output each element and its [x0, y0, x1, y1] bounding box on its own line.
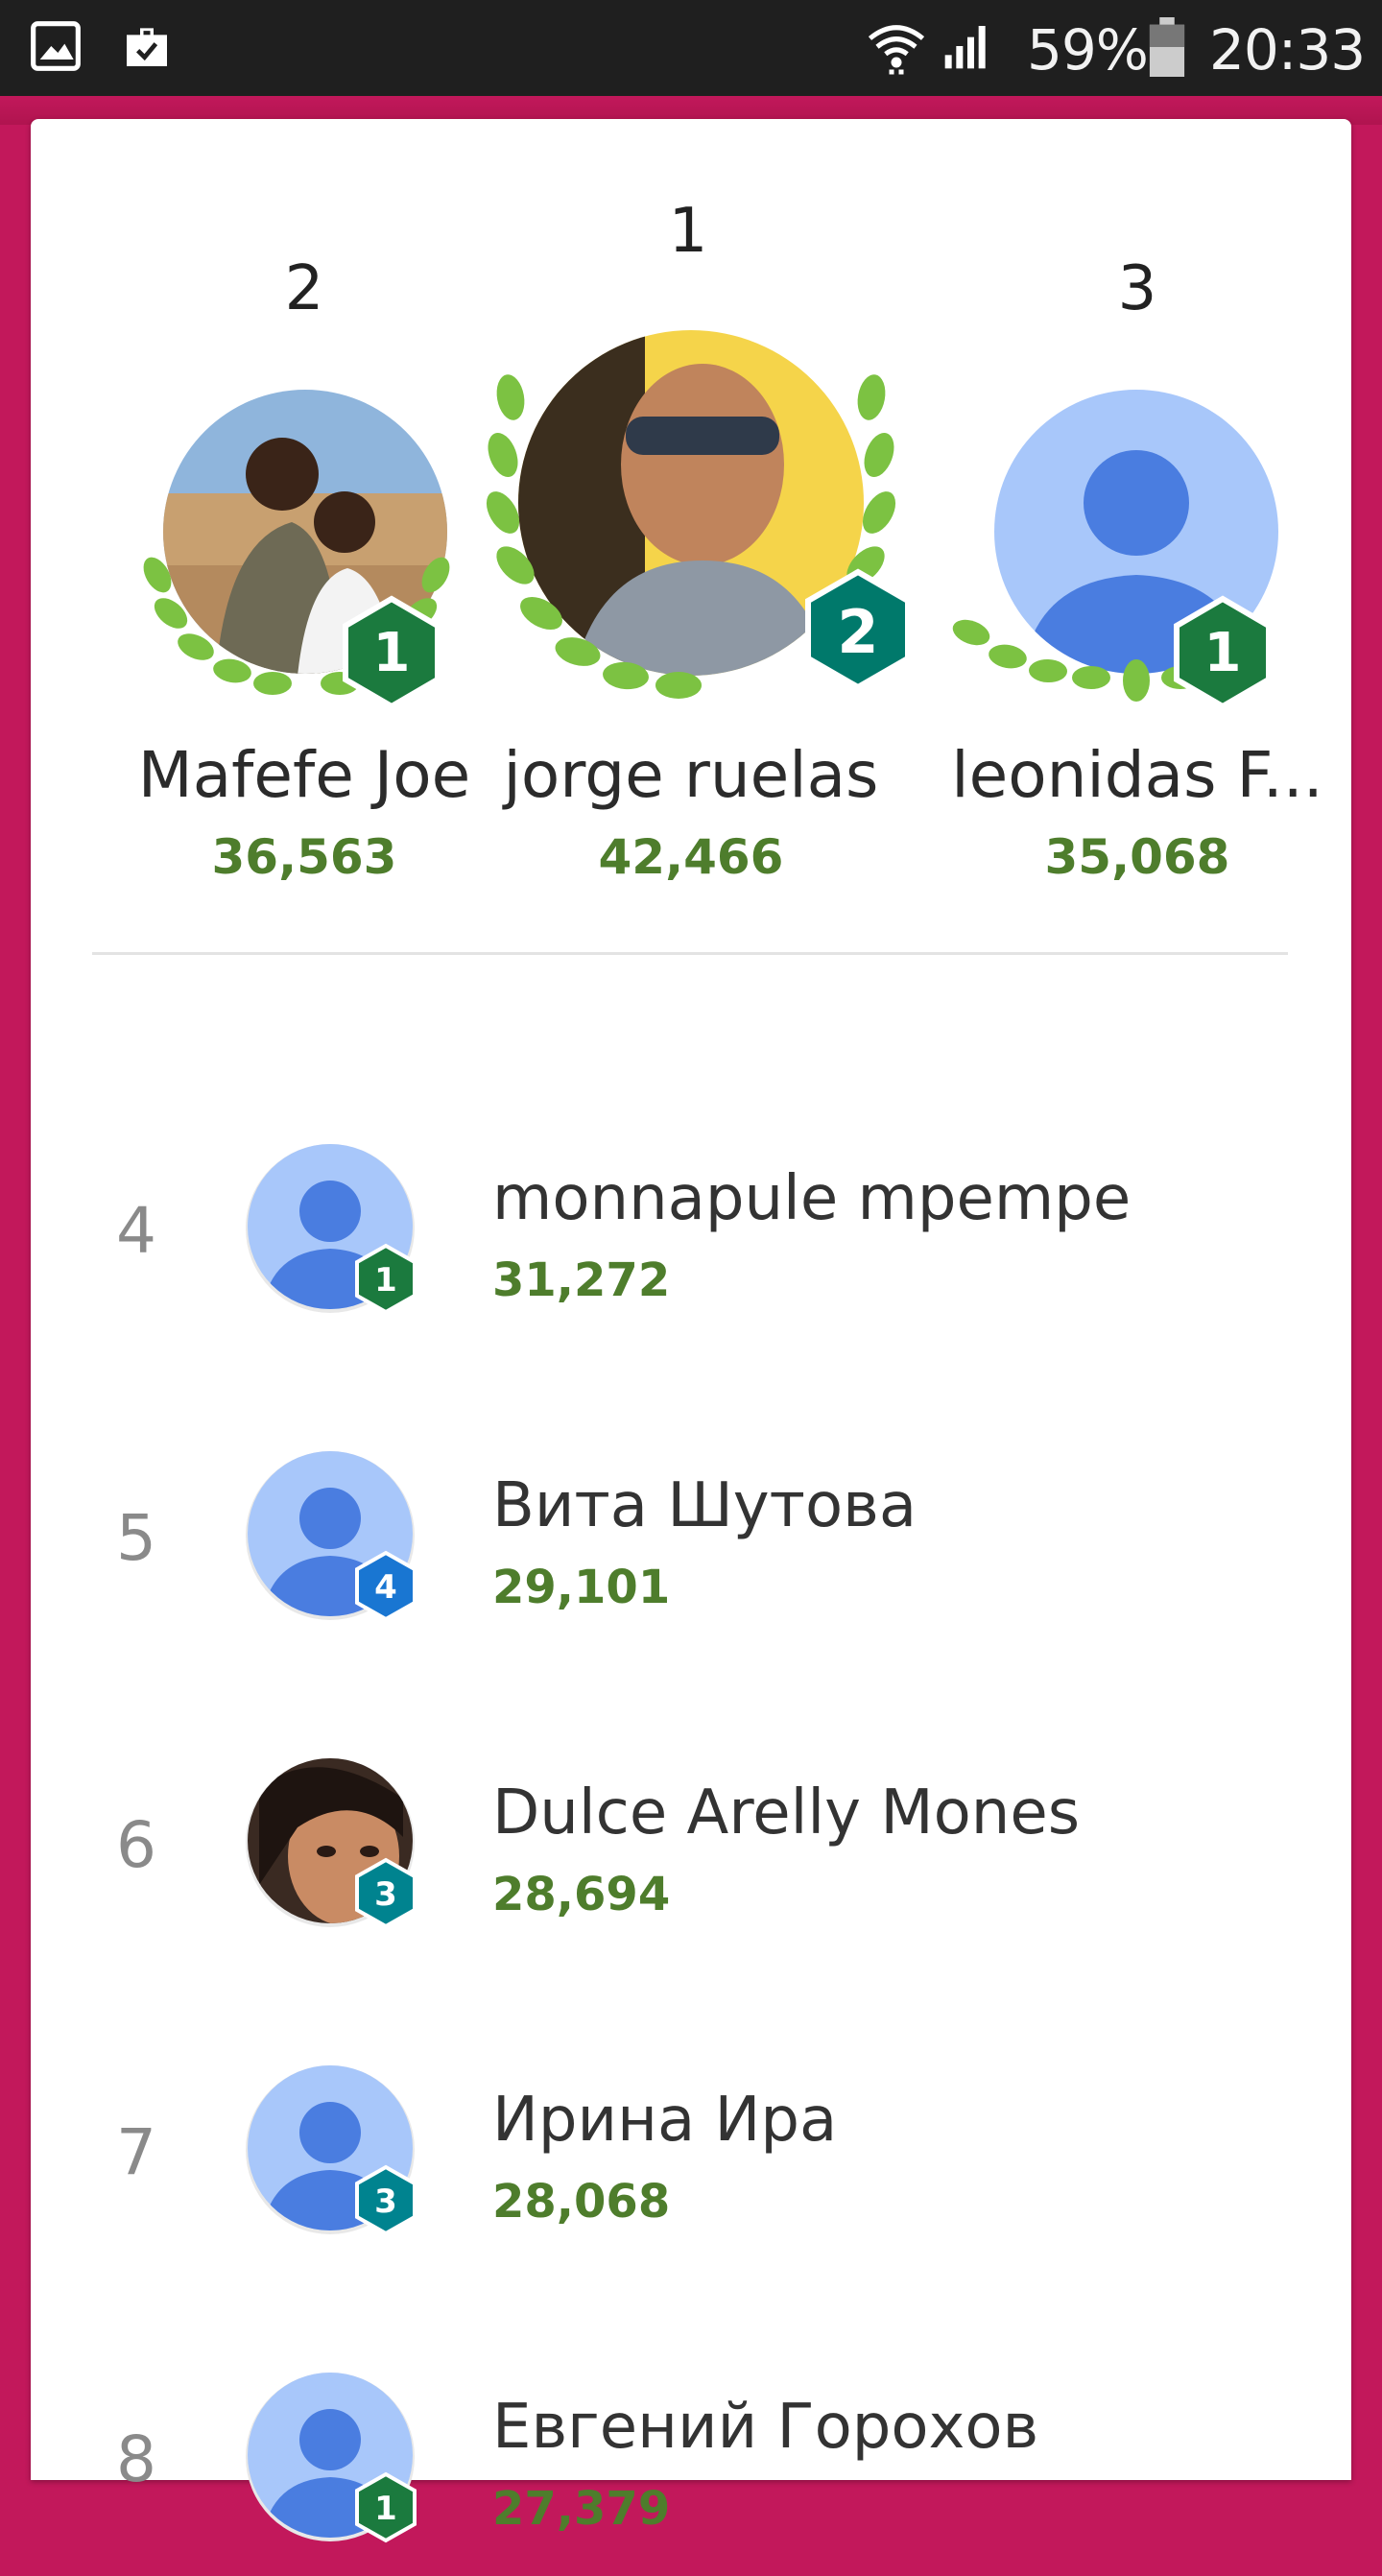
signal-icon [941, 19, 994, 77]
podium-rank: 3 [1117, 253, 1157, 324]
user-avatar[interactable]: 3 [240, 2058, 432, 2254]
list-item[interactable]: 4 1 monnapule mpempe 31,272 [31, 1040, 1351, 1348]
briefcase-icon [119, 19, 175, 77]
row-rank: 7 [116, 2115, 156, 2189]
level-badge: 3 [374, 2182, 397, 2221]
row-rank: 6 [116, 1808, 156, 1882]
podium-badge: 1 [1204, 622, 1242, 684]
divider [92, 952, 1288, 955]
user-avatar[interactable]: 1 [240, 1136, 432, 1332]
list-item[interactable]: 6 3 Dulce Arelly Mones 28,694 [31, 1655, 1351, 1962]
row-name: monnapule mpempe [492, 1163, 1132, 1234]
list-item[interactable]: 5 4 Вита Шутова 29,101 [31, 1348, 1351, 1655]
battery-icon [1148, 17, 1186, 81]
row-name: Dulce Arelly Mones [492, 1777, 1081, 1849]
level-badge: 1 [374, 1261, 397, 1300]
row-score: 28,068 [492, 2175, 671, 2229]
podium-badge: 1 [373, 622, 411, 684]
row-score: 27,379 [492, 2482, 671, 2536]
user-avatar[interactable]: 3 [240, 1751, 432, 1946]
user-avatar[interactable]: 4 [240, 1443, 432, 1639]
podium-score: 42,466 [598, 829, 784, 885]
row-name: Евгений Горохов [492, 2392, 1039, 2463]
podium-rank: 1 [668, 196, 708, 267]
list-item[interactable]: 7 3 Ирина Ира 28,068 [31, 1962, 1351, 2269]
podium-name[interactable]: Mafefe Joe [103, 738, 506, 812]
podium-badge: 2 [837, 597, 878, 667]
user-avatar[interactable]: 1 [240, 2365, 432, 2561]
row-name: Ирина Ира [492, 2085, 838, 2156]
podium-name[interactable]: leonidas F... [936, 738, 1339, 812]
level-badge: 4 [374, 1568, 397, 1607]
podium-score: 35,068 [1044, 829, 1230, 885]
wifi-icon [868, 19, 925, 81]
level-badge: 1 [374, 2490, 397, 2528]
clock: 20:33 [1209, 17, 1366, 83]
row-rank: 5 [116, 1501, 156, 1575]
row-rank: 8 [116, 2422, 156, 2496]
list-item[interactable]: 8 1 Евгений Горохов 27,379 [31, 2269, 1351, 2576]
podium-name[interactable]: jorge ruelas [489, 738, 893, 812]
status-bar: 59% 20:33 [0, 0, 1382, 96]
row-score: 28,694 [492, 1868, 671, 1921]
leaderboard-card: 2 1 Mafefe Joe 36,563 1 2 jorge ruelas 4… [31, 119, 1351, 2543]
podium-score: 36,563 [211, 829, 397, 885]
row-score: 29,101 [492, 1561, 671, 1614]
row-rank: 4 [116, 1194, 156, 1268]
podium-rank: 2 [284, 253, 324, 324]
row-score: 31,272 [492, 1253, 671, 1307]
battery-percent: 59% [1027, 17, 1149, 83]
row-name: Вита Шутова [492, 1470, 917, 1541]
level-badge: 3 [374, 1875, 397, 1914]
gallery-icon [29, 19, 83, 77]
